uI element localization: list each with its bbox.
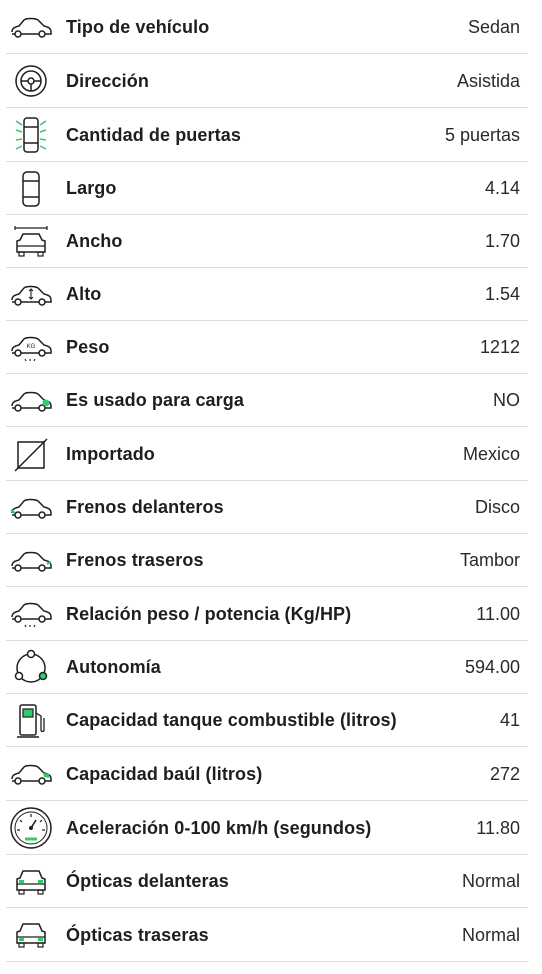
spec-value: 272 (489, 763, 520, 784)
spec-value: Sedan (467, 16, 520, 37)
car-side-icon (8, 7, 54, 47)
spec-row-tipo-vehiculo: Tipo de vehículo Sedan (0, 0, 542, 54)
power-weight-icon (8, 594, 54, 634)
spec-row-opticas-delanteras: Ópticas delanteras Normal (0, 855, 542, 908)
spec-label: Frenos traseros (66, 550, 204, 570)
trunk-icon (8, 754, 54, 794)
spec-value: Normal (461, 871, 520, 891)
spec-row-frenos-traseros: Frenos traseros Tambor (0, 534, 542, 587)
divider (6, 961, 528, 962)
spec-row-opticas-traseras: Ópticas traseras Normal (0, 908, 542, 962)
spec-value: Asistida (456, 70, 520, 91)
spec-row-ancho: Ancho 1.70 (0, 215, 542, 268)
car-height-icon (8, 275, 54, 315)
spec-row-autonomia: Autonomía 594.00 (0, 641, 542, 694)
spec-row-carga: Es usado para carga NO (0, 374, 542, 427)
car-length-icon (8, 169, 54, 209)
spec-row-relacion-peso-potencia: Relación peso / potencia (Kg/HP) 11.00 (0, 587, 542, 641)
spec-label: Tipo de vehículo (66, 16, 210, 37)
car-weight-icon: KG (8, 328, 54, 368)
spec-value: 594.00 (464, 657, 520, 677)
fuel-pump-icon (8, 701, 54, 741)
spec-label: Ópticas traseras (66, 924, 209, 945)
autonomy-icon (8, 648, 54, 688)
spec-row-direccion: Dirección Asistida (0, 54, 542, 108)
spec-label: Relación peso / potencia (Kg/HP) (66, 603, 352, 624)
spec-value: Tambor (459, 550, 520, 570)
spec-value: 11.00 (476, 603, 520, 624)
spec-row-baul: Capacidad baúl (litros) 272 (0, 747, 542, 801)
front-lights-icon (8, 862, 54, 902)
spec-label: Peso (66, 337, 110, 357)
rear-lights-icon (8, 915, 54, 955)
spec-value: Disco (474, 497, 520, 517)
spec-value: 1212 (479, 337, 520, 357)
car-cargo-icon (8, 381, 54, 421)
spec-value: Mexico (462, 443, 520, 464)
spec-value: 5 puertas (444, 124, 520, 145)
spec-value: NO (493, 390, 520, 410)
spec-row-frenos-delanteros: Frenos delanteros Disco (0, 481, 542, 534)
spec-value: Normal (461, 924, 520, 945)
spec-row-alto: Alto 1.54 (0, 268, 542, 321)
spec-label: Ópticas delanteras (66, 871, 229, 891)
car-width-icon (8, 222, 54, 262)
spec-value: 1.70 (484, 231, 520, 251)
spec-value: 1.54 (484, 284, 520, 304)
spec-label: Importado (66, 443, 155, 464)
spec-label: Capacidad baúl (litros) (66, 763, 263, 784)
spec-row-peso: KG Peso 1212 (0, 321, 542, 374)
spec-value: 11.80 (476, 817, 520, 838)
spec-label: Frenos delanteros (66, 497, 224, 517)
spec-label: Cantidad de puertas (66, 124, 241, 145)
spec-row-importado: Importado Mexico (0, 427, 542, 481)
car-doors-icon (8, 115, 54, 155)
steering-wheel-icon (8, 61, 54, 101)
speedometer-icon (8, 807, 54, 849)
spec-value: 4.14 (484, 178, 520, 198)
imported-icon (8, 434, 54, 474)
spec-label: Aceleración 0-100 km/h (segundos) (66, 817, 372, 838)
spec-row-tanque: Capacidad tanque combustible (litros) 41 (0, 694, 542, 747)
spec-row-aceleracion: Aceleración 0-100 km/h (segundos) 11.80 (0, 801, 542, 855)
spec-label: Autonomía (66, 657, 161, 677)
spec-label: Dirección (66, 70, 149, 91)
front-brakes-icon (8, 488, 54, 528)
spec-value: 41 (499, 710, 520, 730)
rear-brakes-icon (8, 541, 54, 581)
spec-row-largo: Largo 4.14 (0, 162, 542, 215)
spec-label: Ancho (66, 231, 123, 251)
svg-text:KG: KG (27, 344, 36, 350)
spec-label: Largo (66, 178, 117, 198)
spec-label: Es usado para carga (66, 390, 244, 410)
spec-label: Capacidad tanque combustible (litros) (66, 710, 397, 730)
spec-row-puertas: Cantidad de puertas 5 puertas (0, 108, 542, 162)
spec-label: Alto (66, 284, 102, 304)
